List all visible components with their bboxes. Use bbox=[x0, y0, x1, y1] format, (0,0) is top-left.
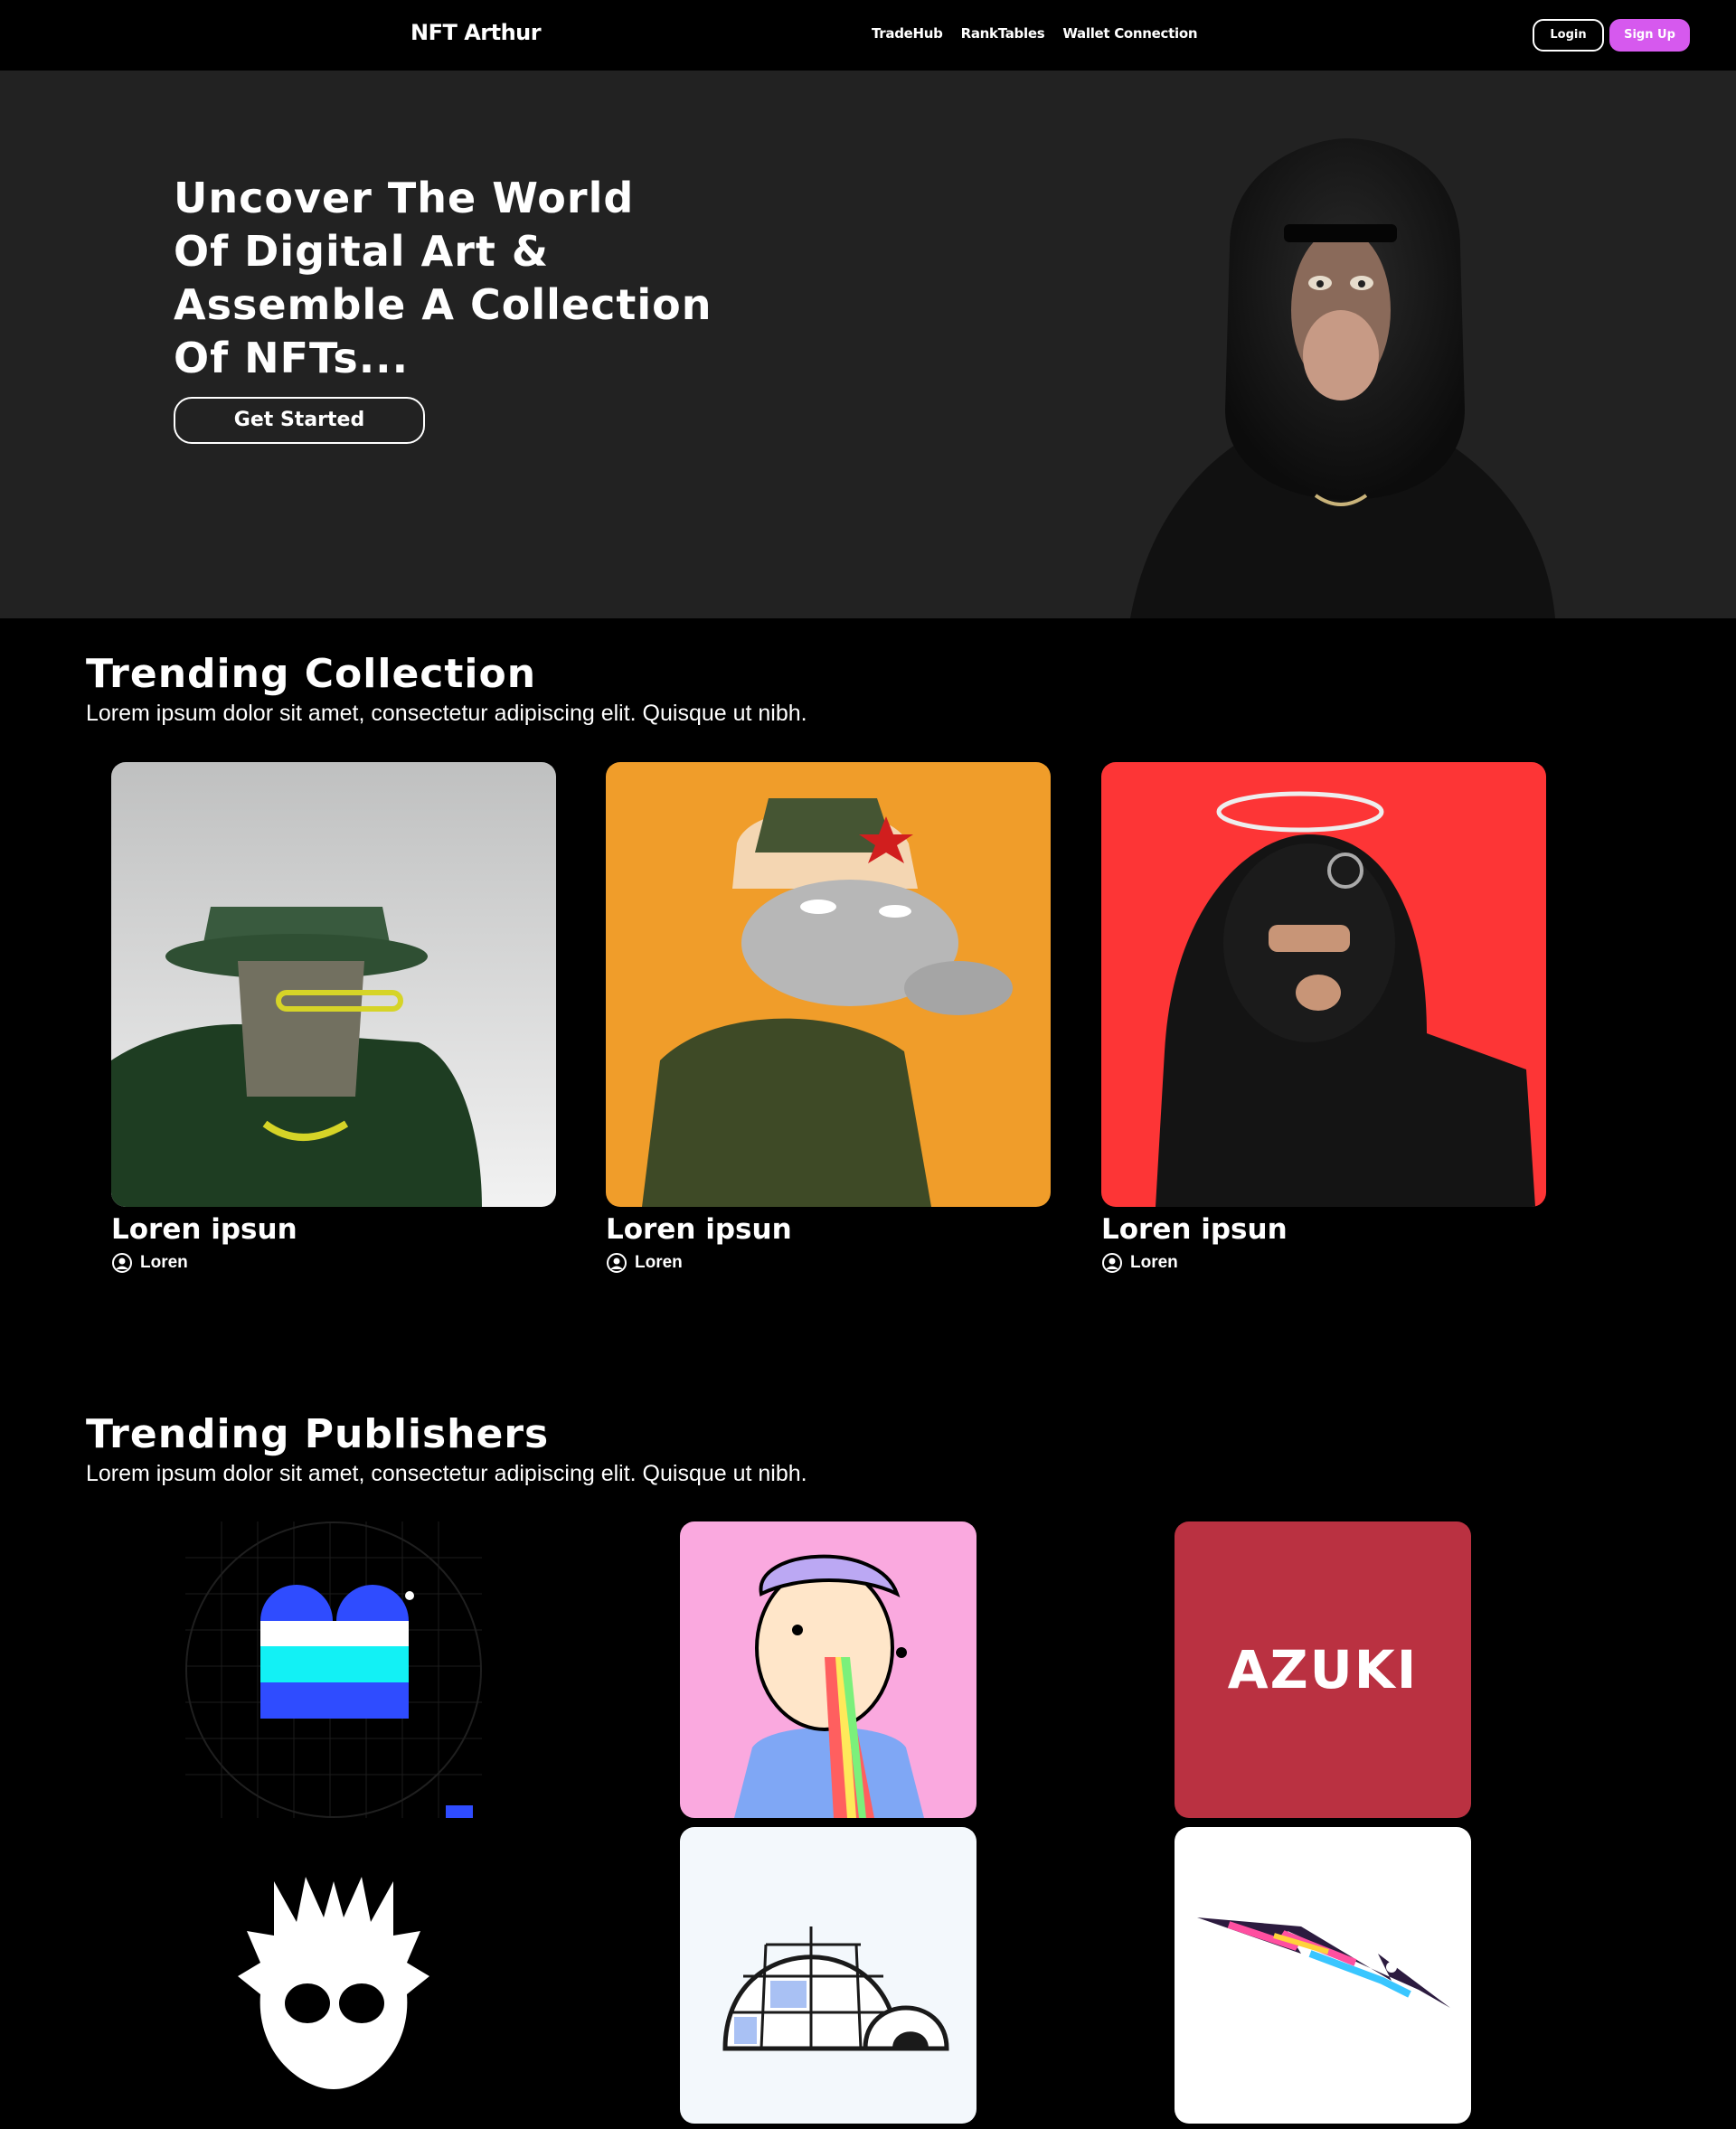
collection-card-author[interactable]: Loren bbox=[111, 1252, 556, 1274]
publisher-logo-monster[interactable] bbox=[185, 1827, 482, 2124]
user-avatar-icon bbox=[112, 1253, 132, 1273]
trending-publishers-title: Trending Publishers bbox=[86, 1411, 550, 1457]
azuki-logo-text: AZUKI bbox=[1227, 1639, 1419, 1700]
hero-title: Uncover The World Of Digital Art & Assem… bbox=[174, 172, 734, 385]
collection-card-author[interactable]: Loren bbox=[1101, 1252, 1546, 1274]
collection-card-title: Loren ipsun bbox=[1101, 1213, 1288, 1246]
hero-title-line: Assemble A Collection bbox=[174, 280, 712, 329]
collection-card-author[interactable]: Loren bbox=[606, 1252, 1051, 1274]
trending-collection-subtitle: Lorem ipsum dolor sit amet, consectetur … bbox=[86, 701, 807, 726]
nav-link-tradehub[interactable]: TradeHub bbox=[872, 25, 943, 42]
trending-collection-title: Trending Collection bbox=[86, 651, 537, 697]
nav-link-wallet-connection[interactable]: Wallet Connection bbox=[1062, 25, 1197, 42]
collection-card-author-name: Loren bbox=[635, 1253, 683, 1272]
hero-title-line: Uncover The World bbox=[174, 174, 635, 222]
publisher-logo-azuki[interactable]: AZUKI bbox=[1175, 1521, 1471, 1818]
get-started-button[interactable]: Get Started bbox=[174, 397, 425, 444]
collection-card[interactable]: Loren ipsun Loren bbox=[111, 762, 556, 1274]
collection-card-author-name: Loren bbox=[140, 1253, 188, 1272]
trending-publishers-subtitle: Lorem ipsum dolor sit amet, consectetur … bbox=[86, 1461, 807, 1486]
hero-title-line: Of NFTs... bbox=[174, 334, 410, 382]
user-avatar-icon bbox=[1102, 1253, 1122, 1273]
collection-card-title: Loren ipsun bbox=[111, 1213, 297, 1246]
collection-card-image[interactable] bbox=[1101, 762, 1546, 1207]
nav-link-ranktables[interactable]: RankTables bbox=[961, 25, 1045, 42]
hero-title-line: Of Digital Art & bbox=[174, 227, 549, 276]
brand-logo[interactable]: NFT Arthur bbox=[410, 20, 542, 45]
collection-card[interactable]: Loren ipsun Loren bbox=[606, 762, 1051, 1274]
user-avatar-icon bbox=[607, 1253, 627, 1273]
publisher-logo-igloo[interactable] bbox=[680, 1827, 976, 2124]
collection-card-author-name: Loren bbox=[1130, 1253, 1178, 1272]
hero-section: Uncover The World Of Digital Art & Assem… bbox=[0, 71, 1736, 618]
publisher-logo-geometric[interactable] bbox=[1175, 1827, 1471, 2124]
navbar: NFT Arthur TradeHub RankTables Wallet Co… bbox=[0, 0, 1736, 71]
hero-ape-image bbox=[1130, 138, 1555, 618]
collection-card-image[interactable] bbox=[606, 762, 1051, 1207]
collection-card[interactable]: Loren ipsun Loren bbox=[1101, 762, 1546, 1274]
login-button[interactable]: Login bbox=[1533, 19, 1604, 52]
publisher-logo-rainbow[interactable] bbox=[680, 1521, 976, 1818]
publisher-logo-grid[interactable] bbox=[185, 1521, 482, 1818]
collection-card-title: Loren ipsun bbox=[606, 1213, 792, 1246]
signup-button[interactable]: Sign Up bbox=[1609, 19, 1690, 52]
collection-card-image[interactable] bbox=[111, 762, 556, 1207]
nav-links: TradeHub RankTables Wallet Connection bbox=[872, 25, 1198, 42]
